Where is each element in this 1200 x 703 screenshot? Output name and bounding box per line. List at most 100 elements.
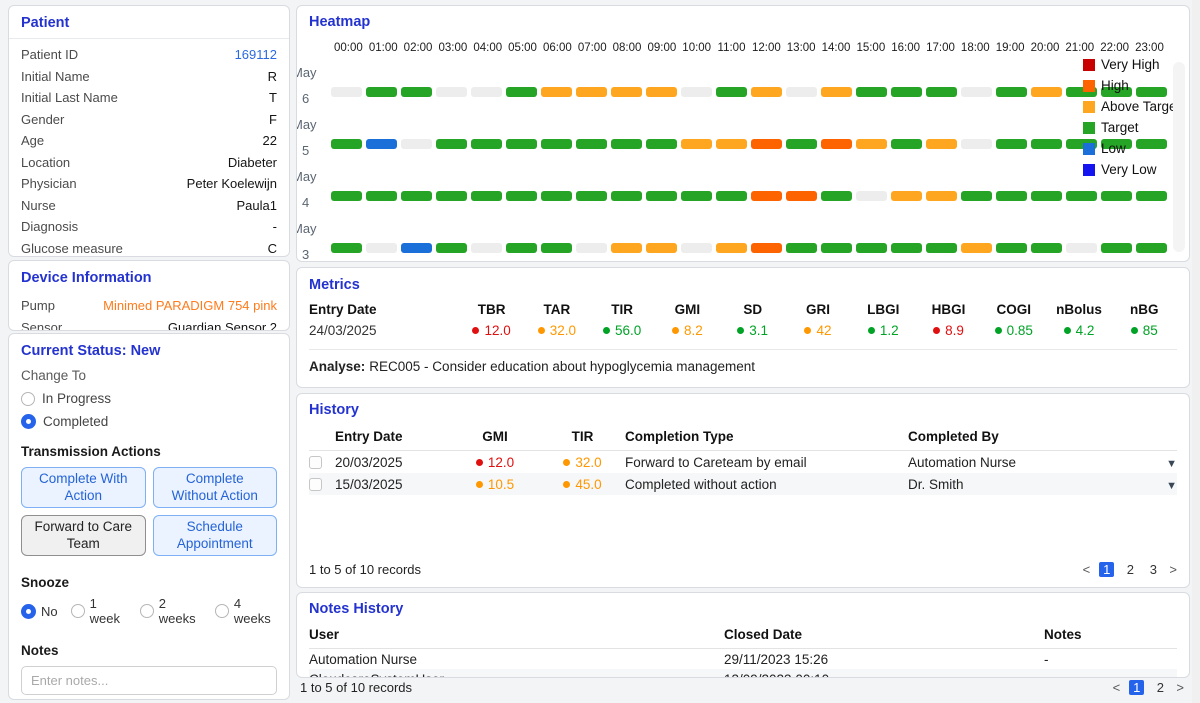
change-to-option[interactable]: In Progress	[21, 391, 277, 406]
heatmap-cell-none	[856, 191, 887, 201]
heatmap-cell-above	[961, 243, 992, 253]
legend-swatch-high	[1083, 80, 1095, 92]
metric-value-text: 0.85	[1007, 323, 1033, 338]
history-pagination: 1 to 5 of 10 records <123>	[309, 562, 1177, 579]
metric-status-dot	[1064, 327, 1071, 334]
notes-header-notes: Notes	[1044, 627, 1177, 642]
heatmap-scrollbar[interactable]	[1173, 62, 1185, 252]
change-to-radio[interactable]	[21, 392, 35, 406]
metric-status-dot	[472, 327, 479, 334]
patient-field-label: Diagnosis	[21, 219, 78, 234]
page-scrollbar[interactable]	[1192, 0, 1200, 703]
heatmap-cell-target	[996, 243, 1027, 253]
heatmap-cell-none	[471, 87, 502, 97]
heatmap-cell-target	[891, 243, 922, 253]
heatmap-cell-target	[611, 139, 642, 149]
pager-prev-icon[interactable]: <	[1113, 680, 1121, 695]
transmission-button[interactable]: Schedule Appointment	[153, 515, 278, 556]
legend-item: Above Target	[1083, 96, 1180, 117]
pager-next-icon[interactable]: >	[1176, 680, 1184, 695]
heatmap-cell-target	[506, 139, 537, 149]
notes-history-card: Notes History User Closed Date Notes Aut…	[296, 592, 1190, 678]
snooze-option[interactable]: 4 weeks	[215, 596, 277, 626]
heatmap-cell-target	[366, 191, 397, 201]
snooze-radio[interactable]	[140, 604, 154, 618]
history-header-row: Entry Date GMI TIR Completion Type Compl…	[309, 429, 1177, 451]
expand-row-icon[interactable]: ▼	[1166, 458, 1177, 470]
snooze-option[interactable]: No	[21, 604, 58, 619]
history-entry-date: 15/03/2025	[335, 477, 450, 492]
pager-next-icon[interactable]: >	[1169, 562, 1177, 577]
heatmap-bar	[331, 60, 1167, 97]
heatmap-day-label: May3	[297, 216, 331, 262]
patient-field-value[interactable]: 169112	[235, 47, 277, 62]
metric-value: 3.1	[720, 323, 785, 338]
snooze-option-label: 4 weeks	[234, 596, 277, 626]
heatmap-cell-none	[681, 87, 712, 97]
pager-page-1[interactable]: 1	[1099, 562, 1114, 577]
patient-field-value: Paula1	[237, 198, 277, 213]
metric-value: 56.0	[590, 323, 655, 338]
pager-page-3[interactable]: 3	[1146, 562, 1160, 577]
snooze-option[interactable]: 2 weeks	[140, 596, 202, 626]
patient-field-row: Diagnosis-	[21, 216, 277, 238]
heatmap-cell-above	[926, 139, 957, 149]
heatmap-cell-target	[1136, 191, 1167, 201]
heatmap-cell-none	[401, 139, 432, 149]
heatmap-cell-target	[786, 243, 817, 253]
heatmap-day-row: May5	[331, 112, 1167, 164]
tir-status-dot	[563, 459, 570, 466]
snooze-option[interactable]: 1 week	[71, 596, 127, 626]
row-checkbox[interactable]	[309, 478, 322, 491]
heatmap-cell-above	[611, 243, 642, 253]
transmission-button[interactable]: Complete With Action	[21, 467, 146, 508]
history-completion-type: Completed without action	[625, 477, 908, 492]
heatmap-cell-none	[331, 87, 362, 97]
transmission-button[interactable]: Complete Without Action	[153, 467, 278, 508]
heatmap-cell-target	[576, 191, 607, 201]
metric-value-text: 56.0	[615, 323, 641, 338]
heatmap-cell-target	[1031, 243, 1062, 253]
metric-status-dot	[1131, 327, 1138, 334]
history-header-entry-date: Entry Date	[335, 429, 450, 444]
heatmap-month-label: May	[297, 112, 331, 138]
heatmap-cell-target	[821, 191, 852, 201]
patient-field-row: NursePaula1	[21, 195, 277, 217]
heatmap-cell-target	[506, 243, 537, 253]
time-axis-label: 07:00	[575, 42, 610, 54]
metrics-value-row: 24/03/202512.032.056.08.23.1421.28.90.85…	[309, 323, 1177, 338]
pager-page-2[interactable]: 2	[1153, 680, 1167, 695]
heatmap-cell-high	[751, 191, 782, 201]
snooze-radio[interactable]	[215, 604, 229, 618]
pager-page-2[interactable]: 2	[1123, 562, 1137, 577]
metric-value-text: 8.9	[945, 323, 964, 338]
device-field-row: SensorGuardian Sensor 2	[21, 317, 277, 332]
pager-prev-icon[interactable]: <	[1083, 562, 1091, 577]
history-completed-by: Automation Nurse	[908, 455, 1153, 470]
patient-field-value: Diabeter	[228, 155, 277, 170]
device-field-label: Sensor	[21, 320, 62, 331]
history-header-completion-type: Completion Type	[625, 429, 908, 444]
heatmap-cell-target	[401, 191, 432, 201]
change-to-option[interactable]: Completed	[21, 414, 277, 429]
current-status-card: Current Status: New Change To In Progres…	[8, 333, 290, 700]
heatmap-cell-none	[576, 243, 607, 253]
transmission-button[interactable]: Forward to Care Team	[21, 515, 146, 556]
time-axis-label: 16:00	[888, 42, 923, 54]
metric-header: LBGI	[851, 302, 916, 317]
heatmap-day-row: May6	[331, 60, 1167, 112]
analyse-text: REC005 - Consider education about hypogl…	[369, 359, 755, 374]
snooze-radio[interactable]	[71, 604, 85, 618]
row-checkbox[interactable]	[309, 456, 322, 469]
heatmap-cell-target	[541, 191, 572, 201]
notes-closed-date: 29/11/2023 15:26	[724, 652, 1044, 667]
change-to-option-label: Completed	[43, 414, 108, 429]
metric-value: 24/03/2025	[309, 323, 459, 338]
change-to-radio-selected[interactable]	[21, 414, 36, 429]
notes-input[interactable]	[21, 666, 277, 695]
pager-page-1[interactable]: 1	[1129, 680, 1144, 695]
tir-value-text: 45.0	[575, 477, 601, 492]
heatmap-legend: Very HighHighAbove TargetTargetLowVery L…	[1083, 54, 1180, 180]
expand-row-icon[interactable]: ▼	[1166, 480, 1177, 492]
snooze-radio-selected[interactable]	[21, 604, 36, 619]
